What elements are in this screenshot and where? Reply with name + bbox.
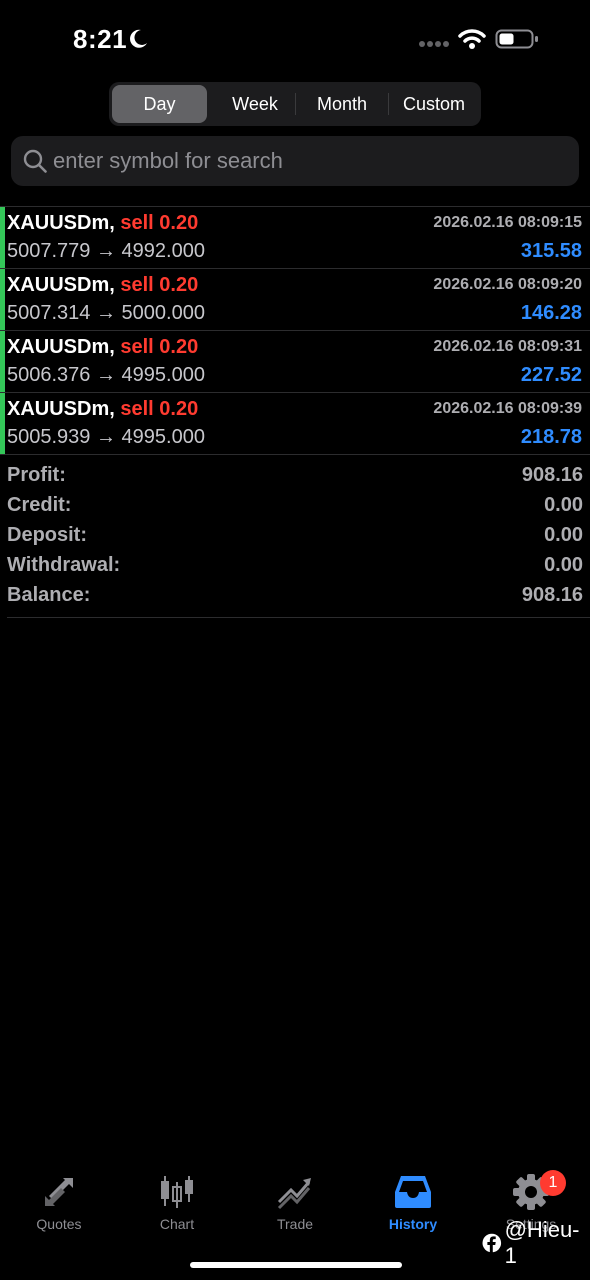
- summary-value: 0.00: [544, 494, 583, 516]
- deal-close-price: 5000.000: [121, 302, 205, 324]
- deal-profit: 146.28: [520, 302, 582, 324]
- deal-profit: 227.52: [520, 364, 582, 386]
- period-segmented-control: Day Week Month Custom: [109, 82, 481, 126]
- search-input[interactable]: [53, 136, 563, 186]
- summary-divider: [7, 617, 590, 618]
- tab-label: Quotes: [36, 1216, 82, 1232]
- deal-title: XAUUSDm, sell 0.20: [7, 212, 198, 235]
- candlestick-chart-icon: [161, 1176, 193, 1208]
- tab-chart[interactable]: Chart: [118, 1172, 236, 1232]
- deal-type: sell 0.20: [120, 212, 199, 234]
- deal-open-price: 5007.779: [7, 240, 91, 262]
- deal-open-price: 5006.376: [7, 364, 91, 386]
- summary-label: Withdrawal:: [7, 554, 121, 576]
- deal-close-price: 4995.000: [121, 426, 205, 448]
- period-month-button[interactable]: Month: [296, 85, 388, 123]
- battery-icon: [495, 29, 538, 49]
- summary-label: Deposit:: [7, 524, 87, 546]
- deal-indicator-bar: [0, 393, 5, 454]
- cellular-signal-icon: [419, 41, 449, 47]
- period-week-button[interactable]: Week: [209, 85, 301, 123]
- deal-type: sell 0.20: [120, 398, 199, 420]
- deals-list: XAUUSDm, sell 0.20 5007.779 → 4992.000 2…: [0, 206, 590, 455]
- tab-label: History: [388, 1216, 438, 1232]
- summary-value: 0.00: [544, 554, 583, 576]
- deal-prices: 5005.939 → 4995.000: [7, 426, 205, 449]
- summary-value: 0.00: [544, 524, 583, 546]
- deal-type: sell 0.20: [120, 336, 199, 358]
- deal-prices: 5006.376 → 4995.000: [7, 364, 205, 387]
- deal-profit: 218.78: [520, 426, 582, 448]
- price-arrow: →: [95, 426, 116, 448]
- tab-label: Chart: [159, 1216, 195, 1232]
- facebook-icon: [482, 1233, 502, 1253]
- search-icon: [23, 149, 47, 173]
- status-bar: 8:21: [0, 0, 590, 80]
- price-arrow: →: [95, 364, 116, 386]
- period-custom-button[interactable]: Custom: [389, 85, 479, 123]
- tab-quotes[interactable]: Quotes: [0, 1172, 118, 1232]
- deal-time: 2026.02.16 08:09:31: [433, 338, 582, 355]
- deal-time: 2026.02.16 08:09:39: [433, 400, 582, 417]
- price-arrow: →: [95, 240, 116, 262]
- deal-prices: 5007.314 → 5000.000: [7, 302, 205, 325]
- deal-title: XAUUSDm, sell 0.20: [7, 336, 198, 359]
- deal-row[interactable]: XAUUSDm, sell 0.20 5005.939 → 4995.000 2…: [0, 393, 590, 455]
- summary-row-balance: Balance: 908.16: [7, 582, 583, 612]
- inbox-history-icon: [395, 1176, 431, 1208]
- deal-time: 2026.02.16 08:09:20: [433, 276, 582, 293]
- deal-type: sell 0.20: [120, 274, 199, 296]
- price-arrow: →: [95, 302, 116, 324]
- deal-symbol: XAUUSDm,: [7, 398, 115, 420]
- period-day-button[interactable]: Day: [112, 85, 207, 123]
- deal-row[interactable]: XAUUSDm, sell 0.20 5007.314 → 5000.000 2…: [0, 269, 590, 331]
- tab-trade[interactable]: Trade: [236, 1172, 354, 1232]
- summary-value: 908.16: [521, 464, 583, 486]
- deal-close-price: 4992.000: [121, 240, 205, 262]
- summary-label: Credit:: [7, 494, 72, 516]
- notification-badge: 1: [540, 1170, 566, 1196]
- watermark-text: @Hieu-1: [504, 1217, 580, 1268]
- deal-symbol: XAUUSDm,: [7, 274, 115, 296]
- tab-label: Trade: [276, 1216, 314, 1232]
- deal-title: XAUUSDm, sell 0.20: [7, 398, 198, 421]
- summary-row-deposit: Deposit: 0.00: [7, 522, 583, 552]
- trade-icon: [277, 1178, 311, 1210]
- deal-time: 2026.02.16 08:09:15: [433, 214, 582, 231]
- quotes-icon: [45, 1178, 73, 1206]
- deal-symbol: XAUUSDm,: [7, 212, 115, 234]
- summary-row-credit: Credit: 0.00: [7, 492, 583, 522]
- deal-open-price: 5005.939: [7, 426, 91, 448]
- account-summary: Profit: 908.16 Credit: 0.00 Deposit: 0.0…: [7, 462, 583, 612]
- summary-row-profit: Profit: 908.16: [7, 462, 583, 492]
- summary-value: 908.16: [521, 584, 583, 606]
- tab-history[interactable]: History: [354, 1172, 472, 1232]
- deal-title: XAUUSDm, sell 0.20: [7, 274, 198, 297]
- moon-icon: [130, 29, 147, 48]
- summary-label: Balance:: [7, 584, 91, 606]
- deal-indicator-bar: [0, 207, 5, 268]
- search-bar: [11, 136, 579, 186]
- home-indicator[interactable]: [190, 1262, 402, 1268]
- status-time: 8:21: [73, 24, 128, 54]
- wifi-icon: [458, 29, 486, 49]
- watermark: @Hieu-1: [482, 1217, 590, 1268]
- deal-symbol: XAUUSDm,: [7, 336, 115, 358]
- deal-open-price: 5007.314: [7, 302, 91, 324]
- deal-profit: 315.58: [520, 240, 582, 262]
- summary-row-withdrawal: Withdrawal: 0.00: [7, 552, 583, 582]
- deal-prices: 5007.779 → 4992.000: [7, 240, 205, 263]
- summary-label: Profit:: [7, 464, 66, 486]
- deal-indicator-bar: [0, 331, 5, 392]
- deal-row[interactable]: XAUUSDm, sell 0.20 5006.376 → 4995.000 2…: [0, 331, 590, 393]
- deal-indicator-bar: [0, 269, 5, 330]
- deal-row[interactable]: XAUUSDm, sell 0.20 5007.779 → 4992.000 2…: [0, 207, 590, 269]
- deal-close-price: 4995.000: [121, 364, 205, 386]
